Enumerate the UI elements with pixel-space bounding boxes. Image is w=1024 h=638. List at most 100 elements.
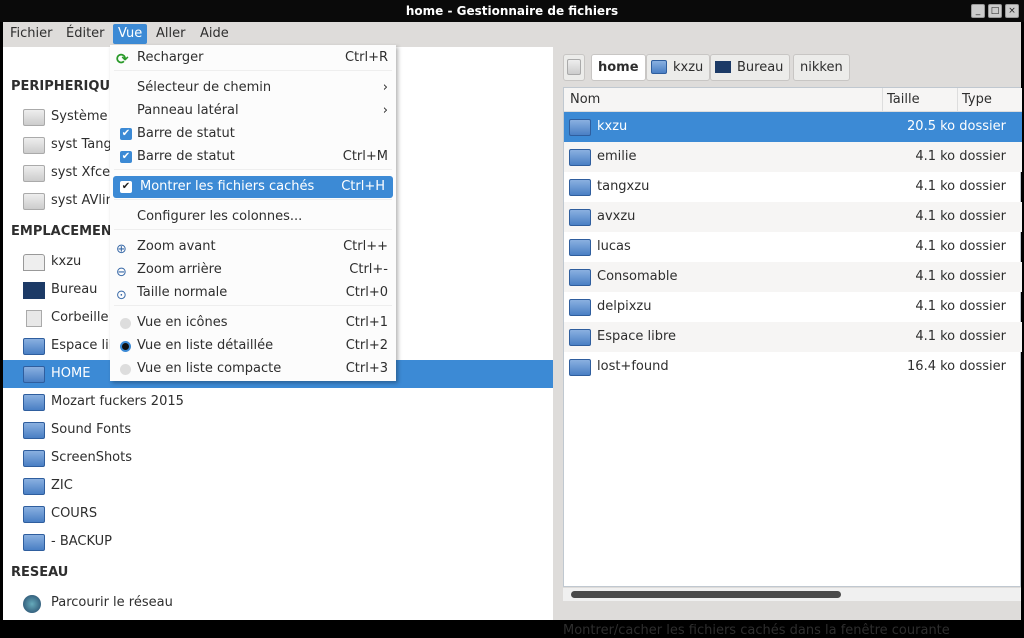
menu-item[interactable]: Vue en liste compacte Ctrl+3 bbox=[110, 358, 396, 380]
breadcrumb-bureau[interactable]: Bureau bbox=[710, 54, 791, 81]
file-row[interactable]: kxzu 20.5 ko dossier bbox=[564, 112, 1022, 142]
menu-item[interactable]: Configurer les colonnes... bbox=[110, 206, 396, 228]
submenu-arrow-icon: › bbox=[382, 80, 388, 95]
radio-icon[interactable] bbox=[120, 318, 131, 329]
menu-aide[interactable]: Aide bbox=[195, 24, 234, 44]
folder-icon bbox=[23, 394, 45, 411]
menu-item[interactable]: ⊕ Zoom avant Ctrl++ bbox=[110, 236, 396, 258]
home-folder-icon bbox=[651, 60, 667, 74]
folder-icon bbox=[23, 478, 45, 495]
breadcrumb-root-button[interactable] bbox=[563, 54, 585, 81]
breadcrumb-home[interactable]: home bbox=[591, 54, 646, 81]
maximize-button[interactable]: □ bbox=[988, 4, 1002, 18]
drive-icon bbox=[23, 137, 45, 154]
sidebar-section-title: RESEAU bbox=[11, 565, 69, 580]
breadcrumb-label: Bureau bbox=[737, 60, 784, 75]
reload-icon: ⟳ bbox=[116, 50, 129, 68]
file-size: 4.1 ko bbox=[915, 209, 956, 224]
sidebar-item-label: Système bbox=[51, 109, 108, 124]
scrollbar-thumb[interactable] bbox=[571, 591, 841, 598]
file-row[interactable]: tangxzu 4.1 ko dossier bbox=[564, 172, 1022, 202]
menu-item[interactable]: Panneau latéral › bbox=[110, 100, 396, 122]
menu-item[interactable]: Vue en icônes Ctrl+1 bbox=[110, 312, 396, 334]
minimize-button[interactable]: _ bbox=[971, 4, 985, 18]
breadcrumb-nikken[interactable]: nikken bbox=[793, 54, 850, 81]
sidebar-item[interactable]: ZIC bbox=[3, 472, 553, 500]
menu-item[interactable]: ✔ Montrer les fichiers cachés Ctrl+H bbox=[113, 176, 393, 198]
column-name[interactable]: Nom bbox=[570, 88, 600, 112]
menu-shortcut: Ctrl+- bbox=[349, 262, 388, 277]
desktop-icon bbox=[23, 282, 45, 299]
file-row[interactable]: emilie 4.1 ko dossier bbox=[564, 142, 1022, 172]
menu-vue[interactable]: Vue bbox=[113, 24, 148, 44]
horizontal-scrollbar[interactable] bbox=[563, 588, 1021, 601]
file-type: dossier bbox=[959, 299, 1006, 314]
network-icon bbox=[23, 595, 41, 613]
file-name: Consomable bbox=[597, 269, 678, 284]
menu-item-label: Recharger bbox=[137, 50, 204, 65]
folder-icon bbox=[23, 534, 45, 551]
file-type: dossier bbox=[959, 359, 1006, 374]
sidebar-item[interactable]: Mozart fuckers 2015 bbox=[3, 388, 553, 416]
menu-fichier[interactable]: Fichier bbox=[5, 24, 58, 44]
menu-item-label: Vue en liste détaillée bbox=[137, 338, 274, 353]
status-bar: Montrer/cacher les fichiers cachés dans … bbox=[563, 623, 950, 638]
file-type: dossier bbox=[959, 329, 1006, 344]
file-list-header: Nom Taille Type bbox=[564, 88, 1022, 112]
checkbox-checked-icon[interactable]: ✔ bbox=[120, 151, 132, 163]
menu-separator bbox=[114, 70, 392, 71]
breadcrumb-kxzu[interactable]: kxzu bbox=[646, 54, 711, 81]
menu-editer[interactable]: Éditer bbox=[61, 24, 110, 44]
menu-item-label: Configurer les colonnes... bbox=[137, 209, 303, 224]
checkbox-checked-icon[interactable]: ✔ bbox=[120, 181, 132, 193]
menu-item-label: Panneau latéral bbox=[137, 103, 239, 118]
radio-icon[interactable] bbox=[120, 364, 131, 375]
column-size[interactable]: Taille bbox=[882, 88, 920, 112]
file-size-type: 4.1 ko dossier bbox=[915, 232, 1006, 262]
radio-icon[interactable] bbox=[120, 341, 131, 352]
drive-icon bbox=[23, 165, 45, 182]
column-type[interactable]: Type bbox=[957, 88, 992, 112]
sidebar-item[interactable]: - BACKUP bbox=[3, 528, 553, 556]
file-size: 4.1 ko bbox=[915, 329, 956, 344]
menu-shortcut: Ctrl+1 bbox=[345, 315, 388, 330]
menu-item[interactable]: ⊙ Taille normale Ctrl+0 bbox=[110, 282, 396, 304]
sidebar-item[interactable]: Parcourir le réseau bbox=[3, 589, 553, 617]
folder-icon bbox=[23, 338, 45, 355]
file-row[interactable]: avxzu 4.1 ko dossier bbox=[564, 202, 1022, 232]
sidebar-item[interactable]: ScreenShots bbox=[3, 444, 553, 472]
menu-item[interactable]: ⟳ Recharger Ctrl+R bbox=[110, 47, 396, 69]
sidebar-item-label: kxzu bbox=[51, 254, 82, 269]
file-row[interactable]: lucas 4.1 ko dossier bbox=[564, 232, 1022, 262]
menubar: Fichier Éditer Vue Aller Aide bbox=[3, 22, 1021, 45]
menu-item[interactable]: Vue en liste détaillée Ctrl+2 bbox=[110, 335, 396, 357]
folder-icon bbox=[569, 149, 591, 166]
checkbox-checked-icon[interactable]: ✔ bbox=[120, 128, 132, 140]
menu-item-label: Montrer les fichiers cachés bbox=[140, 179, 315, 194]
file-name: lucas bbox=[597, 239, 631, 254]
menu-separator bbox=[114, 169, 392, 170]
title-bar: home - Gestionnaire de fichiers bbox=[0, 0, 1024, 22]
file-name: kxzu bbox=[597, 119, 628, 134]
file-row[interactable]: delpixzu 4.1 ko dossier bbox=[564, 292, 1022, 322]
pane-splitter[interactable] bbox=[553, 47, 561, 620]
folder-icon bbox=[23, 506, 45, 523]
file-type: dossier bbox=[959, 239, 1006, 254]
sidebar-item-label: syst Xfce bbox=[51, 165, 111, 180]
file-size-type: 4.1 ko dossier bbox=[915, 142, 1006, 172]
file-row[interactable]: Consomable 4.1 ko dossier bbox=[564, 262, 1022, 292]
file-size: 4.1 ko bbox=[915, 179, 956, 194]
close-button[interactable]: × bbox=[1005, 4, 1019, 18]
folder-icon bbox=[569, 209, 591, 226]
menu-item[interactable]: ⊖ Zoom arrière Ctrl+- bbox=[110, 259, 396, 281]
file-row[interactable]: Espace libre 4.1 ko dossier bbox=[564, 322, 1022, 352]
menu-item[interactable]: ✔ Barre de statut bbox=[110, 123, 396, 145]
sidebar-item-label: HOME bbox=[51, 366, 91, 381]
locked-folder-icon bbox=[569, 359, 591, 376]
sidebar-item[interactable]: Sound Fonts bbox=[3, 416, 553, 444]
menu-item[interactable]: ✔ Barre de statut Ctrl+M bbox=[110, 146, 396, 168]
menu-item[interactable]: Sélecteur de chemin › bbox=[110, 77, 396, 99]
menu-aller[interactable]: Aller bbox=[151, 24, 190, 44]
file-row[interactable]: lost+found 16.4 ko dossier bbox=[564, 352, 1022, 382]
sidebar-item[interactable]: COURS bbox=[3, 500, 553, 528]
